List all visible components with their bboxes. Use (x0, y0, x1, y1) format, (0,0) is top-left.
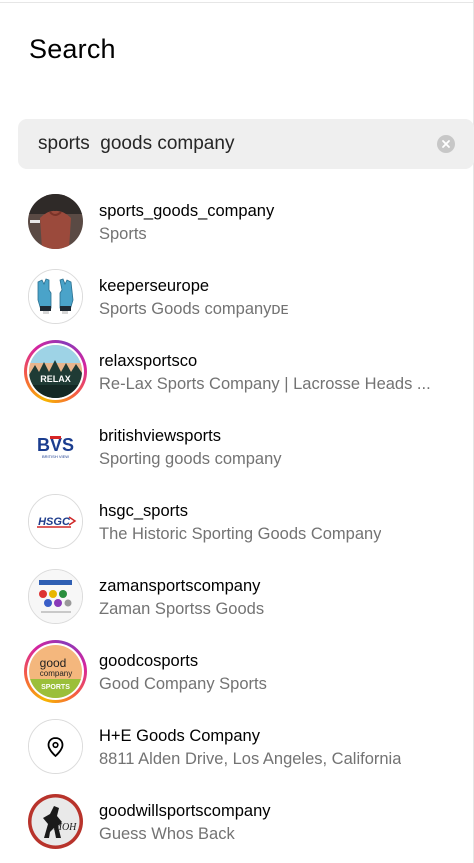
avatar-story-ring: good company SPORTS (24, 640, 87, 703)
result-subtitle: Sporting goods company (99, 450, 282, 468)
result-subtitle: Sports Goods companyᴅᴇ (99, 300, 289, 318)
goodco-logo-good: good (40, 656, 67, 670)
relax-logo-text: RELAX (40, 374, 71, 384)
top-divider (0, 2, 474, 3)
search-box[interactable] (18, 119, 474, 169)
result-username: goodwillsportscompany (99, 802, 271, 820)
avatar (28, 569, 83, 624)
result-username: zamansportscompany (99, 577, 261, 595)
avatar: BVS BRITISH VIEW (28, 419, 83, 474)
result-username: hsgc_sports (99, 502, 188, 520)
result-row-britishviewsports[interactable]: BVS BRITISH VIEW britishviewsports Sport… (0, 411, 473, 486)
result-row-keeperseurope[interactable]: keeperseurope Sports Goods companyᴅᴇ (0, 261, 473, 336)
clear-search-icon[interactable] (437, 135, 455, 153)
result-row-goodwillsportscompany[interactable]: MOH goodwillsportscompany Guess Whos Bac… (0, 786, 473, 861)
result-row-place-he-goods-company[interactable]: H+E Goods Company 8811 Alden Drive, Los … (0, 711, 473, 786)
result-username: keeperseurope (99, 277, 210, 295)
avatar: HSGC (28, 494, 83, 549)
goodco-logo-company: company (40, 669, 72, 678)
avatar-story-ring: RELAX (24, 340, 87, 403)
location-pin-icon (29, 720, 82, 773)
result-row-sports-goods-company[interactable]: sports_goods_company Sports (0, 186, 473, 261)
avatar (28, 269, 83, 324)
avatar: MOH (28, 794, 83, 849)
result-address: 8811 Alden Drive, Los Angeles, Californi… (99, 750, 402, 768)
result-username: britishviewsports (99, 427, 221, 445)
result-subtitle: Good Company Sports (99, 675, 267, 693)
page-title: Search (29, 34, 116, 64)
search-input[interactable] (38, 133, 428, 155)
hsgc-logo-text: HSGC (38, 516, 71, 528)
result-subtitle: Sports (99, 225, 147, 243)
result-subtitle: Re-Lax Sports Company | Lacrosse Heads .… (99, 375, 431, 393)
result-username: sports_goods_company (99, 202, 275, 220)
result-place-name: H+E Goods Company (99, 727, 260, 745)
result-subtitle: The Historic Sporting Goods Company (99, 525, 382, 543)
result-row-relaxsportsco[interactable]: RELAX relaxsportsco Re-Lax Sports Compan… (0, 336, 473, 411)
avatar (28, 194, 83, 249)
location-pin-avatar (28, 719, 83, 774)
result-row-hsgc-sports[interactable]: HSGC hsgc_sports The Historic Sporting G… (0, 486, 473, 561)
result-subtitle: Zaman Sportss Goods (99, 600, 265, 618)
result-subtitle: Guess Whos Back (99, 825, 235, 843)
moh-logo-text: MOH (53, 822, 78, 833)
bvs-logo-subtext: BRITISH VIEW (42, 454, 69, 459)
result-username: relaxsportsco (99, 352, 198, 370)
goodco-logo-sports: SPORTS (41, 684, 70, 691)
result-row-goodcosports[interactable]: good company SPORTS goodcosports Good Co… (0, 636, 473, 711)
result-username: goodcosports (99, 652, 199, 670)
search-results-list: sports_goods_company Sports keeperseurop… (0, 186, 473, 861)
result-row-zamansportscompany[interactable]: zamansportscompany Zaman Sportss Goods (0, 561, 473, 636)
